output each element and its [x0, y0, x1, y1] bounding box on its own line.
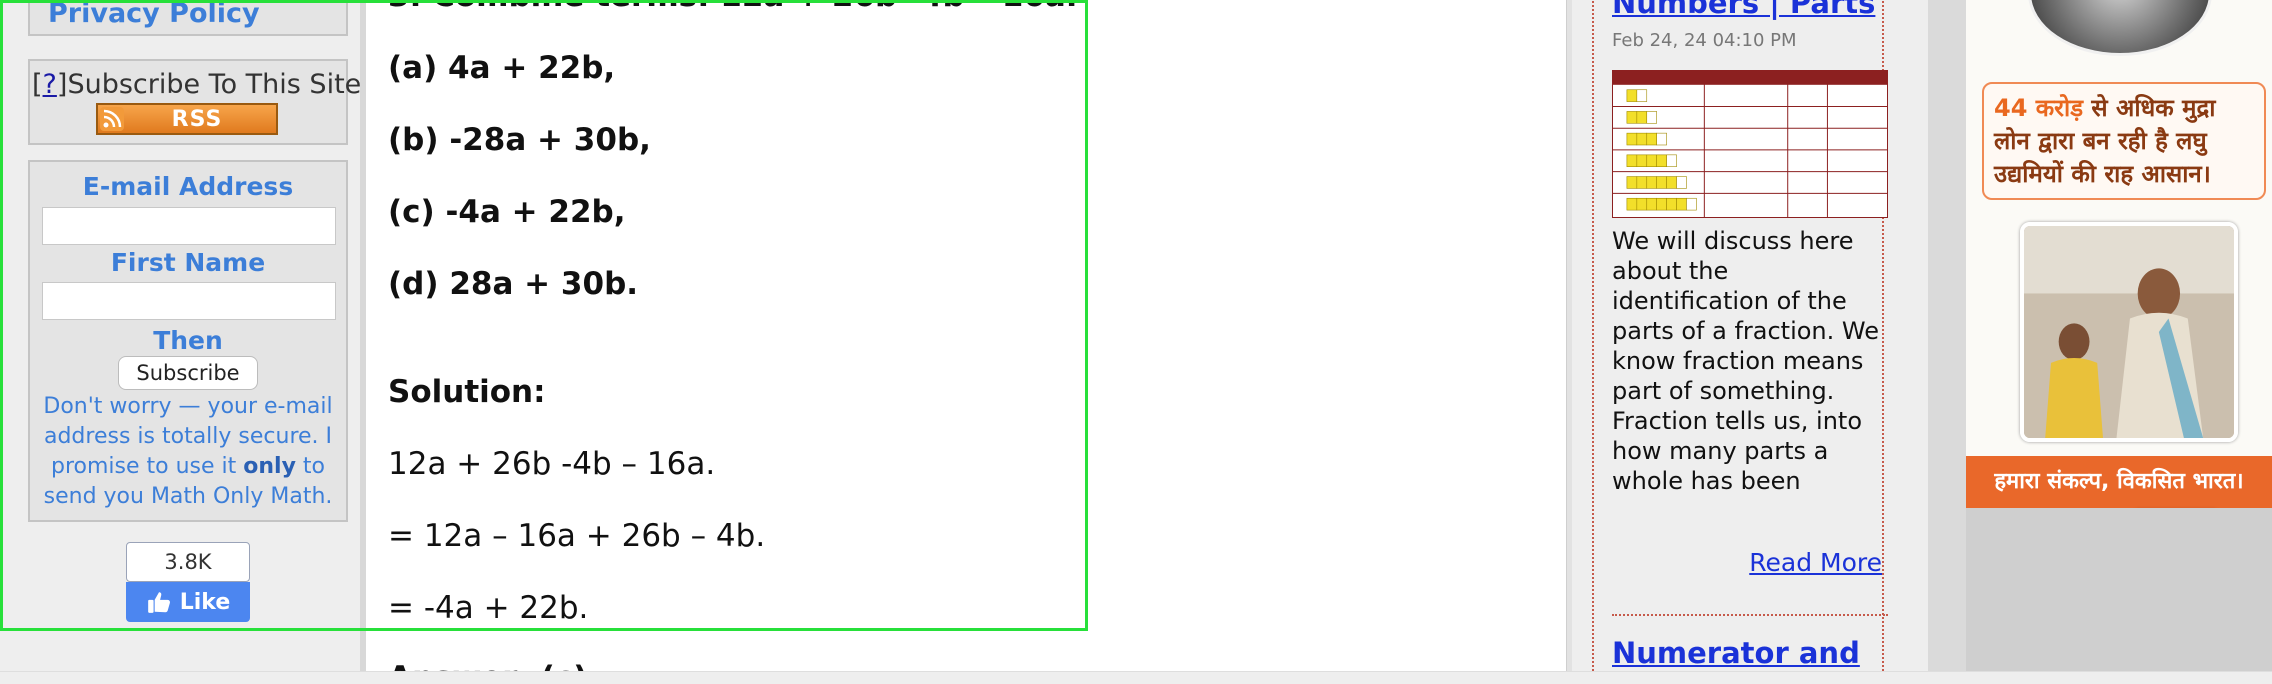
ad-headline-accent: 44 करोड़: [1994, 94, 2084, 122]
read-more-link[interactable]: Read More: [1749, 548, 1882, 577]
subscribe-title-text: Subscribe To This Site: [67, 69, 362, 100]
option-d: (d) 28a + 30b.: [388, 266, 639, 302]
articles-column: Numbers | Parts Feb 24, 24 04:10 PM We w…: [1572, 0, 1928, 684]
article-thumbnail[interactable]: [1612, 70, 1888, 218]
first-name-field[interactable]: [42, 282, 336, 320]
article-title-link[interactable]: Numerator and: [1612, 636, 1860, 670]
privacy-note: Don't worry — your e-mail address is tot…: [36, 392, 340, 512]
advertisement-banner[interactable]: 44 करोड़ से अधिक मुद्रा लोन द्वारा बन रह…: [1966, 0, 2272, 508]
rss-button[interactable]: RSS: [96, 103, 278, 135]
privacy-policy-box: Privacy Policy: [28, 0, 348, 36]
facebook-like-widget: 3.8K Like: [126, 542, 250, 622]
article-date: Feb 24, 24 04:10 PM: [1612, 30, 1797, 51]
horizontal-scrollbar[interactable]: [0, 671, 2272, 684]
newsletter-signup-form: E-mail Address First Name Then Subscribe…: [28, 160, 348, 522]
rss-label: RSS: [171, 106, 223, 132]
option-a: (a) 4a + 22b,: [388, 50, 616, 86]
ad-headline-box: 44 करोड़ से अधिक मुद्रा लोन द्वारा बन रह…: [1982, 82, 2266, 200]
subscribe-title: [?]Subscribe To This Site: [32, 69, 362, 100]
solution-step-2: = 12a – 16a + 26b – 4b.: [388, 518, 766, 554]
article-feed: Numbers | Parts Feb 24, 24 04:10 PM We w…: [1592, 0, 1888, 684]
ad-column: 44 करोड़ से अधिक मुद्रा लोन द्वारा बन रह…: [1928, 0, 2272, 684]
privacy-note-emphasis: only: [243, 454, 296, 479]
like-count: 3.8K: [126, 542, 250, 582]
ad-headline: 44 करोड़ से अधिक मुद्रा लोन द्वारा बन रह…: [1994, 92, 2254, 191]
facebook-like-button[interactable]: Like: [126, 582, 250, 622]
solution-step-3: = -4a + 22b.: [388, 590, 589, 626]
subscribe-help-link[interactable]: ?: [43, 69, 57, 100]
subscribe-box: [?]Subscribe To This Site RSS: [28, 59, 362, 145]
privacy-policy-link[interactable]: Privacy Policy: [48, 0, 260, 29]
email-field[interactable]: [42, 207, 336, 245]
option-b: (b) -28a + 30b,: [388, 122, 651, 158]
article-summary: We will discuss here about the identific…: [1612, 227, 1879, 495]
thumbs-up-icon: [147, 592, 170, 613]
main-content: [366, 0, 1570, 684]
rss-feed-icon: [100, 107, 124, 131]
subscribe-button[interactable]: Subscribe: [118, 356, 258, 390]
first-name-label: First Name: [110, 248, 266, 277]
question-text: 3. Combine terms: 12a + 26b -4b – 16a.: [388, 0, 1078, 14]
ad-portrait-image: [2028, 0, 2212, 56]
option-c: (c) -4a + 22b,: [388, 194, 626, 230]
ad-tagline: हमारा संकल्प, विकसित भारत।: [1966, 456, 2272, 508]
solution-step-1: 12a + 26b -4b – 16a.: [388, 446, 716, 482]
left-sidebar: Privacy Policy [?]Subscribe To This Site…: [0, 0, 362, 684]
ad-photo: [2020, 222, 2238, 442]
solution-heading: Solution:: [388, 374, 546, 410]
email-label: E-mail Address: [82, 172, 294, 201]
then-label: Then: [153, 326, 223, 355]
ad-gutter: [1928, 0, 1966, 684]
like-label: Like: [179, 589, 231, 615]
article-separator: [1612, 614, 1888, 616]
article-title-link[interactable]: Numbers | Parts: [1612, 0, 1875, 20]
